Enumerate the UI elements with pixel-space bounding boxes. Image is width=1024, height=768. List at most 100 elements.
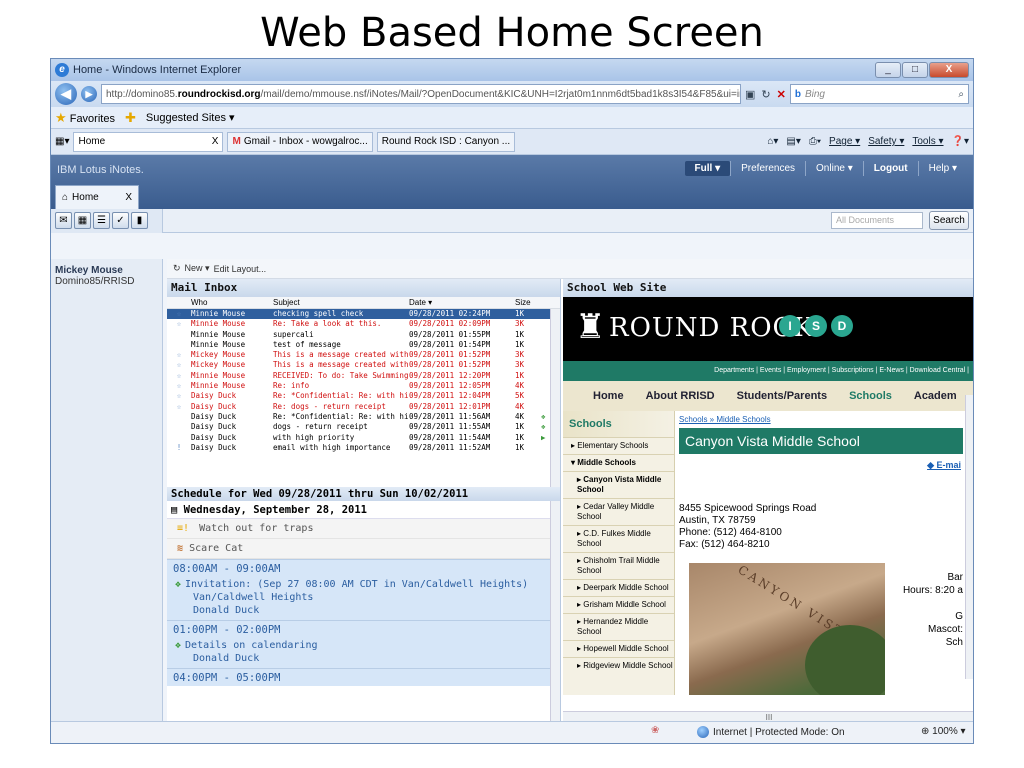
mail-size: 4K [515,411,525,421]
rrisd-utility-links[interactable]: Departments | Events | Employment | Subs… [563,361,973,381]
quick-tabs-icon[interactable]: ▦▾ [55,136,69,147]
calendar-entry[interactable]: ❖ Details on calendaring Donald Duck [167,638,560,668]
schedule-scrollbar[interactable] [550,501,560,723]
school-sidebar-item[interactable]: ▾ Middle Schools [563,454,674,471]
help-menu[interactable]: ❓▾ [952,136,969,147]
school-web-title: School Web Site [563,279,973,297]
zoom-level: 100% ▾ [932,726,966,737]
tab-close-icon[interactable]: X [212,136,219,147]
mail-row[interactable]: ☆ Minnie Mouse Re: Take a look at this. 09/… [167,319,560,329]
suggested-sites-button[interactable]: Suggested Sites ▾ [146,111,235,124]
search-button[interactable]: Search [929,211,969,230]
all-day-event[interactable]: ≋ Scare Cat [167,539,560,559]
print-icon[interactable]: ⎙▾ [809,136,821,147]
mail-row[interactable]: Daisy Duck with high priority 09/28/2011 1… [167,433,560,443]
popup-blocker-icon[interactable]: ❀ [651,725,659,736]
school-info-line: Bar [947,572,963,583]
stop-icon[interactable]: ✕ [777,88,786,101]
school-sidebar-item[interactable]: ▸ Chisholm Trail Middle School [563,552,674,579]
help-menu-inotes[interactable]: Help ▾ [917,161,967,176]
home-icon[interactable]: ⌂▾ [767,136,778,147]
nav-schools[interactable]: Schools [849,390,892,402]
nav-academics[interactable]: Academ [914,390,957,402]
school-sidebar-item[interactable]: ▸ Grisham Middle School [563,596,674,613]
email-link[interactable]: ◆ E-mai [679,454,963,477]
mail-row[interactable]: Minnie Mouse supercali 09/28/2011 01:55PM 1… [167,330,560,340]
mail-row[interactable]: ☆ Mickey Mouse This is a message created w… [167,350,560,360]
school-sidebar-item[interactable]: ▸ Hernandez Middle School [563,613,674,640]
notebook-app-icon[interactable]: ▮ [131,212,148,229]
tools-menu[interactable]: Tools ▾ [912,136,943,147]
calendar-entry[interactable]: ❖ Invitation: (Sep 27 08:00 AM CDT in Van… [167,577,560,620]
school-sidebar-item[interactable]: ▸ Cedar Valley Middle School [563,498,674,525]
tab-gmail[interactable]: M Gmail - Inbox - wowgalroc... [227,131,373,152]
home-tab-close-icon[interactable]: X [125,192,132,203]
search-icon[interactable]: ⌕ [958,89,964,100]
all-day-event[interactable]: ≡! Watch out for traps [167,519,560,539]
web-scrollbar[interactable] [965,395,973,679]
breadcrumb[interactable]: Schools » Middle Schools [679,411,963,428]
col-who[interactable]: Who [191,297,273,308]
refresh-page-icon[interactable]: ↻ [173,263,181,274]
inbox-scrollbar[interactable] [550,309,560,487]
school-sidebar-item[interactable]: ▸ C.D. Fulkes Middle School [563,525,674,552]
online-status-menu[interactable]: Online ▾ [805,161,863,176]
address-bar[interactable]: http://domino85. roundrockisd.org/mail/de… [101,84,741,104]
mail-row[interactable]: ☆ Mickey Mouse This is a message created w… [167,360,560,370]
edit-layout-button[interactable]: Edit Layout... [214,264,267,274]
col-size[interactable]: Size [515,297,541,308]
mail-row[interactable]: Minnie Mouse test of message 09/28/2011 01… [167,340,560,350]
add-favorite-icon[interactable]: ✚ [125,110,136,126]
search-input[interactable]: All Documents [831,212,923,229]
feeds-icon[interactable]: ▤▾ [786,136,800,147]
mail-row[interactable]: Daisy Duck dogs - return receipt 09/28/201… [167,422,560,432]
home-tab-label: Home [72,192,99,203]
security-zone[interactable]: Internet | Protected Mode: On [697,726,845,738]
forward-button[interactable]: ▶ [81,86,97,102]
minimize-button[interactable]: _ [875,62,901,78]
col-date[interactable]: Date ▾ [409,297,515,308]
zoom-control[interactable]: ⊕ 100% ▾ [921,726,966,737]
compatibility-icon[interactable]: ▣ [745,88,755,101]
mail-row[interactable]: ! Daisy Duck email with high importance 09/… [167,443,560,453]
tab-home[interactable]: Home X [73,131,224,152]
mail-row[interactable]: ☆ Minnie Mouse RECEIVED: To do: Take Swimm… [167,371,560,381]
school-sidebar-item[interactable]: ▸ Canyon Vista Middle School [563,471,674,498]
ie-logo-icon: e [55,63,69,77]
maximize-button[interactable]: □ [902,62,928,78]
search-box[interactable]: b Bing ⌕ [789,84,969,104]
mail-sender: Minnie Mouse [191,309,246,318]
mail-sender: Daisy Duck [191,411,237,421]
school-sidebar-item[interactable]: ▸ Ridgeview Middle School [563,657,674,674]
school-sidebar-item[interactable]: ▸ Elementary Schools [563,437,674,454]
safety-menu[interactable]: Safety ▾ [868,136,904,147]
mail-row[interactable]: ☆ Minnie Mouse Re: info 09/28/2011 12:05PM 4… [167,381,560,391]
inotes-home-tab[interactable]: ⌂ Home X [55,185,139,209]
close-window-button[interactable]: X [929,62,969,78]
mail-row[interactable]: ☆ Daisy Duck Re: *Confidential: Re: with h… [167,391,560,401]
page-menu[interactable]: Page ▾ [829,136,860,147]
todo-app-icon[interactable]: ✓ [112,212,129,229]
nav-home[interactable]: Home [593,390,624,402]
logout-link[interactable]: Logout [862,161,918,176]
col-subject[interactable]: Subject [273,297,409,308]
calendar-app-icon[interactable]: ▦ [74,212,91,229]
preferences-link[interactable]: Preferences [730,161,805,176]
mail-row[interactable]: ☆ Minnie Mouse checking spell check 09/28/2… [167,309,560,320]
school-info-line: Sch [945,637,963,648]
contacts-app-icon[interactable]: ☰ [93,212,110,229]
back-button[interactable]: ◀ [55,83,77,105]
favorites-button[interactable]: ★ Favorites [55,110,115,126]
school-sidebar-item[interactable]: ▸ Hopewell Middle School [563,640,674,657]
refresh-icon[interactable]: ↻ [761,88,770,101]
full-mode-menu[interactable]: Full ▾ [684,161,731,176]
school-sidebar-item[interactable]: ▸ Deerpark Middle School [563,579,674,596]
new-button[interactable]: New ▾ [185,263,210,274]
nav-students-parents[interactable]: Students/Parents [737,390,827,402]
mail-row[interactable]: Daisy Duck Re: *Confidential: Re: with hi… [167,412,560,422]
tab-round-rock[interactable]: Round Rock ISD : Canyon ... [376,131,516,152]
nav-about[interactable]: About RRISD [646,390,715,402]
mail-row[interactable]: ☆ Daisy Duck Re: dogs - return receipt 09/2… [167,402,560,412]
schedule-panel: ▤ Wednesday, September 28, 2011 ≡! Watch… [167,501,560,723]
mail-app-icon[interactable]: ✉ [55,212,72,229]
